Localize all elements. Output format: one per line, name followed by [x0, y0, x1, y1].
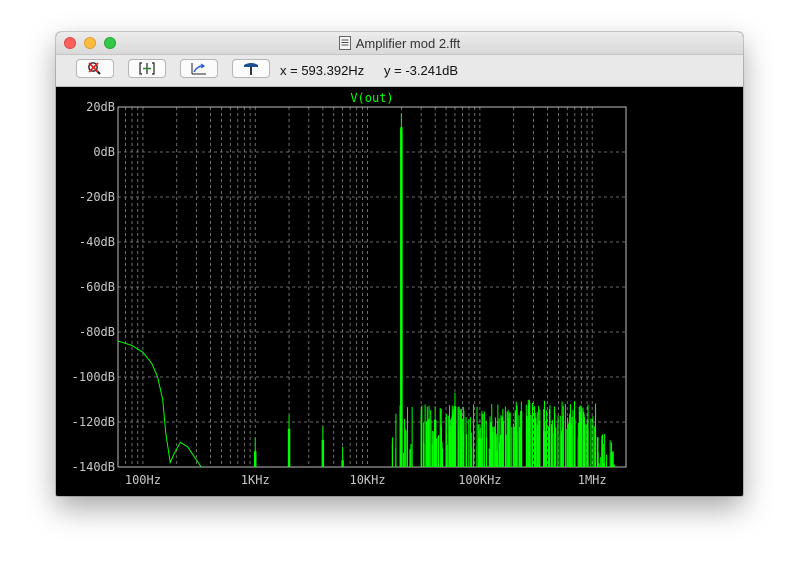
autoscale-button[interactable] — [76, 59, 114, 78]
plot-pane[interactable]: V(out) 20dB 0dB -20dB -40dB -60dB -80dB -100dB… — [56, 87, 743, 496]
document-icon — [338, 36, 351, 50]
y-tick-label: -60dB — [79, 280, 115, 294]
trace-line — [117, 340, 202, 468]
cursor-x-readout: x = 593.392Hz — [280, 63, 365, 78]
y-tick-label: 20dB — [86, 100, 115, 114]
zoom-back-icon — [191, 63, 206, 75]
pick-trace-button[interactable] — [232, 59, 270, 78]
zoom-back-button[interactable] — [180, 59, 218, 78]
plot-window: Amplifier mod 2.fft x = 593.392Hz y = -3… — [56, 32, 743, 496]
x-tick-label: 1KHz — [241, 473, 270, 487]
y-tick-label: 0dB — [93, 145, 115, 159]
hammer-tool-icon — [244, 63, 258, 75]
y-tick-label: -20dB — [79, 190, 115, 204]
zoom-to-fit-button[interactable] — [128, 59, 166, 78]
toolbar: x = 593.392Hz y = -3.241dB — [56, 55, 743, 87]
x-tick-label: 1MHz — [578, 473, 607, 487]
magnifier-zoom-icon — [88, 62, 101, 75]
y-tick-label: -100dB — [72, 370, 115, 384]
y-tick-label: -80dB — [79, 325, 115, 339]
title-bar[interactable]: Amplifier mod 2.fft — [56, 32, 743, 55]
fit-bracket-icon — [139, 62, 155, 75]
x-tick-label: 10KHz — [349, 473, 385, 487]
x-tick-label: 100KHz — [458, 473, 501, 487]
trace-group — [117, 113, 615, 468]
y-tick-label: -40dB — [79, 235, 115, 249]
y-tick-label: -140dB — [72, 460, 115, 474]
fft-chart[interactable]: V(out) 20dB 0dB -20dB -40dB -60dB -80dB -100dB… — [56, 87, 743, 496]
trace-title[interactable]: V(out) — [350, 91, 393, 105]
window-title: Amplifier mod 2.fft — [355, 35, 461, 51]
y-tick-label: -120dB — [72, 415, 115, 429]
cursor-y-readout: y = -3.241dB — [384, 63, 459, 78]
x-tick-label: 100Hz — [125, 473, 161, 487]
